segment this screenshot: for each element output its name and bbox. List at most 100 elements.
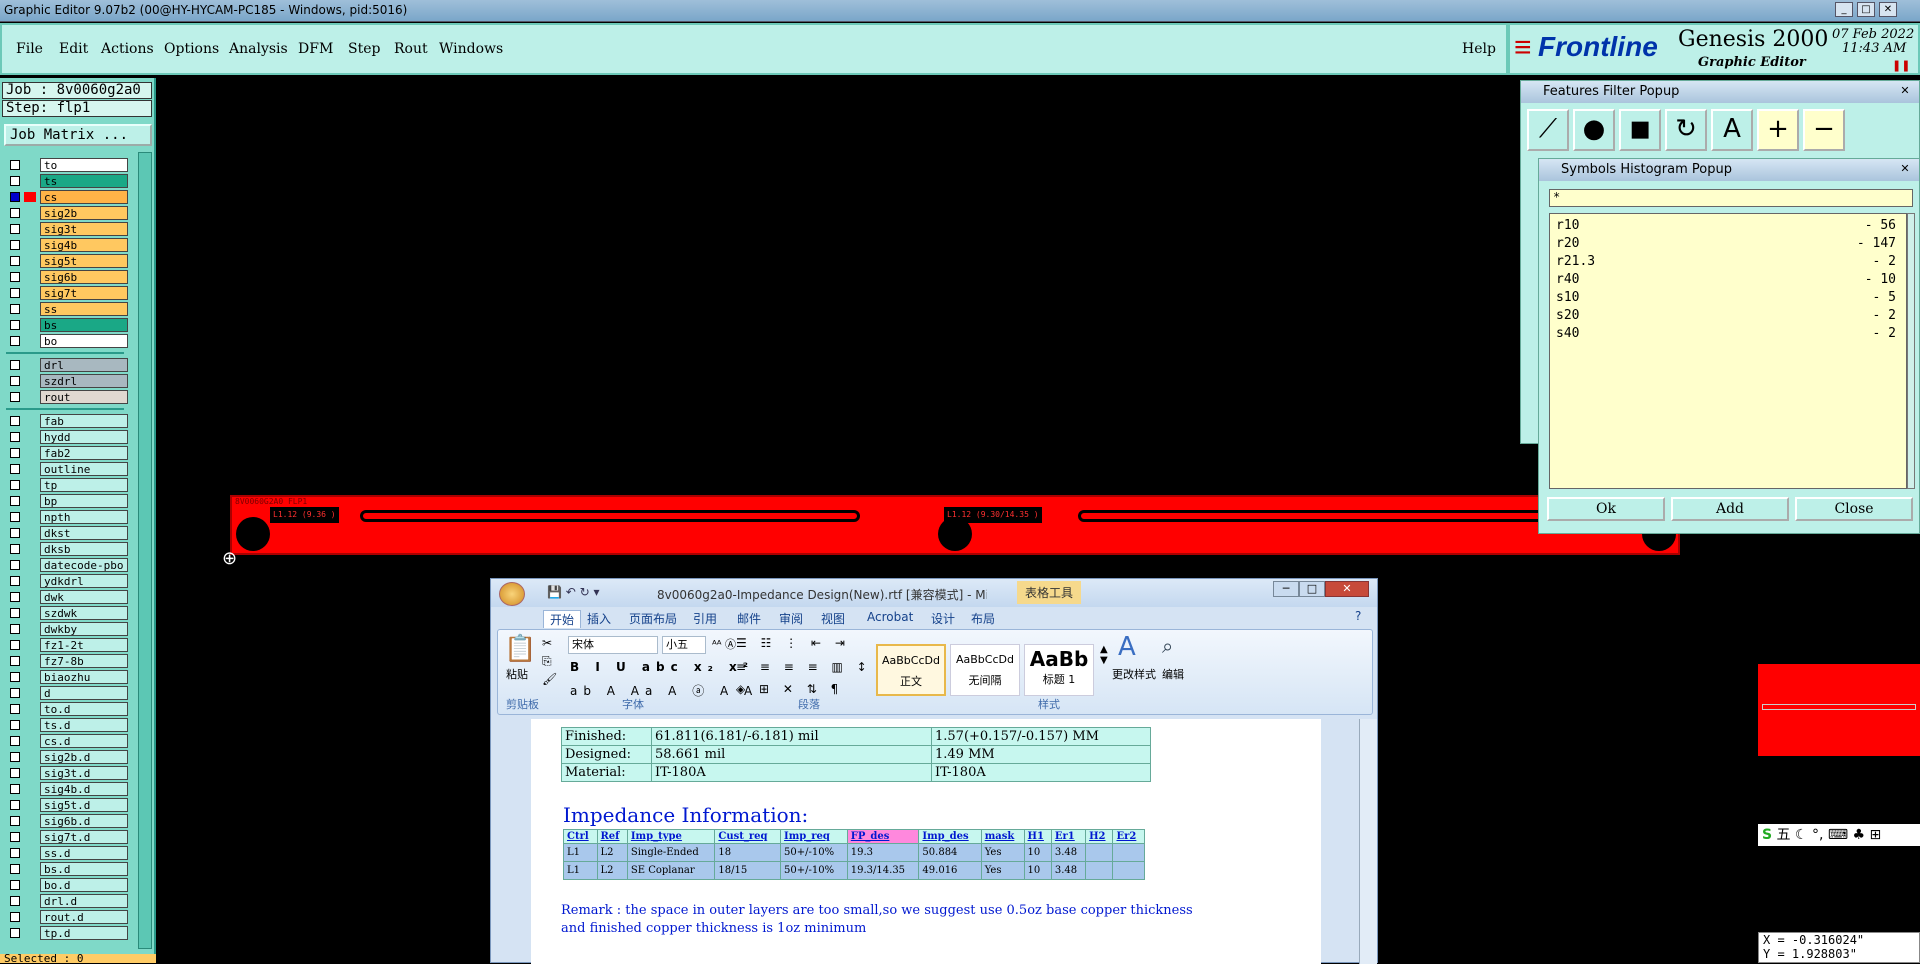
font-color-icons[interactable]: ab A Aa A ⓐ A A (570, 682, 758, 699)
layer-row-outline[interactable]: outline (6, 462, 128, 476)
layer-row-sig2b[interactable]: sig2b (6, 206, 128, 220)
impedance-header-cell[interactable]: Cust_req (714, 829, 782, 844)
layer-checkbox[interactable] (10, 848, 20, 858)
arc-filter-icon[interactable]: ↻ (1665, 109, 1707, 151)
layer-row-bp[interactable]: bp (6, 494, 128, 508)
ribbon-tab-7[interactable]: Acrobat (867, 610, 913, 624)
layer-checkbox[interactable] (10, 912, 20, 922)
ribbon-tab-4[interactable]: 邮件 (737, 610, 761, 627)
layer-checkbox[interactable] (10, 752, 20, 762)
impedance-cell[interactable] (1112, 843, 1145, 862)
layer-checkbox[interactable] (10, 448, 20, 458)
layer-name[interactable]: d (40, 686, 128, 700)
impedance-cell[interactable]: 18/15 (714, 861, 782, 880)
layer-display-swatch[interactable] (24, 576, 36, 586)
layer-row-to[interactable]: to (6, 158, 128, 172)
layer-display-swatch[interactable] (24, 272, 36, 282)
layer-name[interactable]: ss.d (40, 846, 128, 860)
layer-display-swatch[interactable] (24, 848, 36, 858)
layer-name[interactable]: to.d (40, 702, 128, 716)
impedance-cell[interactable] (1085, 861, 1114, 880)
layer-checkbox[interactable] (10, 192, 20, 202)
layer-name[interactable]: sig7t.d (40, 830, 128, 844)
impedance-cell[interactable]: 3.48 (1050, 843, 1087, 862)
layer-checkbox[interactable] (10, 624, 20, 634)
layer-display-swatch[interactable] (24, 832, 36, 842)
impedance-cell[interactable]: 3.48 (1050, 861, 1087, 880)
spec-cell[interactable]: 58.661 mil (651, 745, 932, 764)
impedance-header-cell[interactable]: Ctrl (563, 829, 598, 844)
layer-display-swatch[interactable] (24, 512, 36, 522)
layer-name[interactable]: szdrl (40, 374, 128, 388)
layer-checkbox[interactable] (10, 592, 20, 602)
layer-display-swatch[interactable] (24, 160, 36, 170)
layer-display-swatch[interactable] (24, 896, 36, 906)
layer-display-swatch[interactable] (24, 560, 36, 570)
surface-filter-icon[interactable]: ◼ (1619, 109, 1661, 151)
layer-display-swatch[interactable] (24, 336, 36, 346)
quick-access-icons[interactable]: 💾 ↶ ↻ ▾ (547, 585, 600, 599)
layer-checkbox[interactable] (10, 416, 20, 426)
change-styles-icon[interactable]: A (1118, 632, 1136, 662)
layer-row-rout[interactable]: rout (6, 390, 128, 404)
layer-checkbox[interactable] (10, 928, 20, 938)
layer-checkbox[interactable] (10, 256, 20, 266)
layer-display-swatch[interactable] (24, 416, 36, 426)
symbol-row[interactable]: s10 - 5 (1556, 290, 1896, 308)
line-filter-icon[interactable]: ⟋ (1527, 109, 1569, 151)
layer-name[interactable]: sig4b.d (40, 782, 128, 796)
change-case-icon[interactable]: ᴬᴬ Ⓐ (712, 636, 736, 652)
impedance-cell[interactable]: Yes (980, 843, 1025, 862)
ribbon-tab-1[interactable]: 插入 (587, 610, 611, 627)
layer-checkbox[interactable] (10, 208, 20, 218)
negative-filter-icon[interactable]: − (1803, 109, 1845, 151)
spec-cell[interactable]: 1.49 MM (931, 745, 1151, 764)
layer-row-datecode-pbo[interactable]: datecode-pbo (6, 558, 128, 572)
edit-button[interactable]: 编辑 (1162, 666, 1184, 682)
layer-checkbox[interactable] (10, 832, 20, 842)
impedance-cell[interactable]: Single-Ended (626, 843, 716, 862)
layer-row-ss[interactable]: ss (6, 302, 128, 316)
layer-display-swatch[interactable] (24, 640, 36, 650)
impedance-header-cell[interactable]: Er2 (1112, 829, 1145, 844)
layer-checkbox[interactable] (10, 880, 20, 890)
menu-step[interactable]: Step (348, 41, 380, 57)
layer-name[interactable]: ss (40, 302, 128, 316)
impedance-header-cell[interactable]: Ref (596, 829, 628, 844)
layer-checkbox[interactable] (10, 480, 20, 490)
layer-row-bo[interactable]: bo (6, 334, 128, 348)
layer-checkbox[interactable] (10, 464, 20, 474)
close-button-histogram[interactable]: Close (1795, 497, 1913, 521)
spec-cell[interactable]: IT-180A (651, 763, 932, 782)
find-icon[interactable]: ⌕ (1162, 634, 1173, 658)
close-button[interactable]: ✕ (1879, 2, 1897, 17)
paste-icon[interactable]: 📋 (504, 634, 536, 664)
impedance-header-cell[interactable]: FP_des (846, 829, 920, 844)
layer-name[interactable]: fz1-2t (40, 638, 128, 652)
font-name-select[interactable]: 宋体 (568, 636, 658, 654)
layer-row-bs[interactable]: bs (6, 318, 128, 332)
layer-name[interactable]: cs (40, 190, 128, 204)
layer-row-bo.d[interactable]: bo.d (6, 878, 128, 892)
layer-display-swatch[interactable] (24, 240, 36, 250)
layer-checkbox[interactable] (10, 304, 20, 314)
impedance-header-cell[interactable]: Imp_type (626, 829, 716, 844)
layer-row-hydd[interactable]: hydd (6, 430, 128, 444)
layer-display-swatch[interactable] (24, 736, 36, 746)
layer-checkbox[interactable] (10, 784, 20, 794)
layer-checkbox[interactable] (10, 336, 20, 346)
copy-icon[interactable]: ⎘ (542, 654, 552, 669)
layer-checkbox[interactable] (10, 736, 20, 746)
layer-name[interactable]: tp.d (40, 926, 128, 940)
layer-checkbox[interactable] (10, 376, 20, 386)
layer-name[interactable]: datecode-pbo (40, 558, 128, 572)
layer-name[interactable]: bs.d (40, 862, 128, 876)
menu-options[interactable]: Options (164, 41, 219, 57)
layer-name[interactable]: dwkby (40, 622, 128, 636)
layer-display-swatch[interactable] (24, 912, 36, 922)
layer-display-swatch[interactable] (24, 800, 36, 810)
impedance-cell[interactable] (1085, 843, 1114, 862)
ribbon-tab-0[interactable]: 开始 (543, 610, 582, 628)
impedance-cell[interactable]: L1 (563, 861, 598, 880)
paste-button[interactable]: 粘贴 (506, 666, 528, 682)
